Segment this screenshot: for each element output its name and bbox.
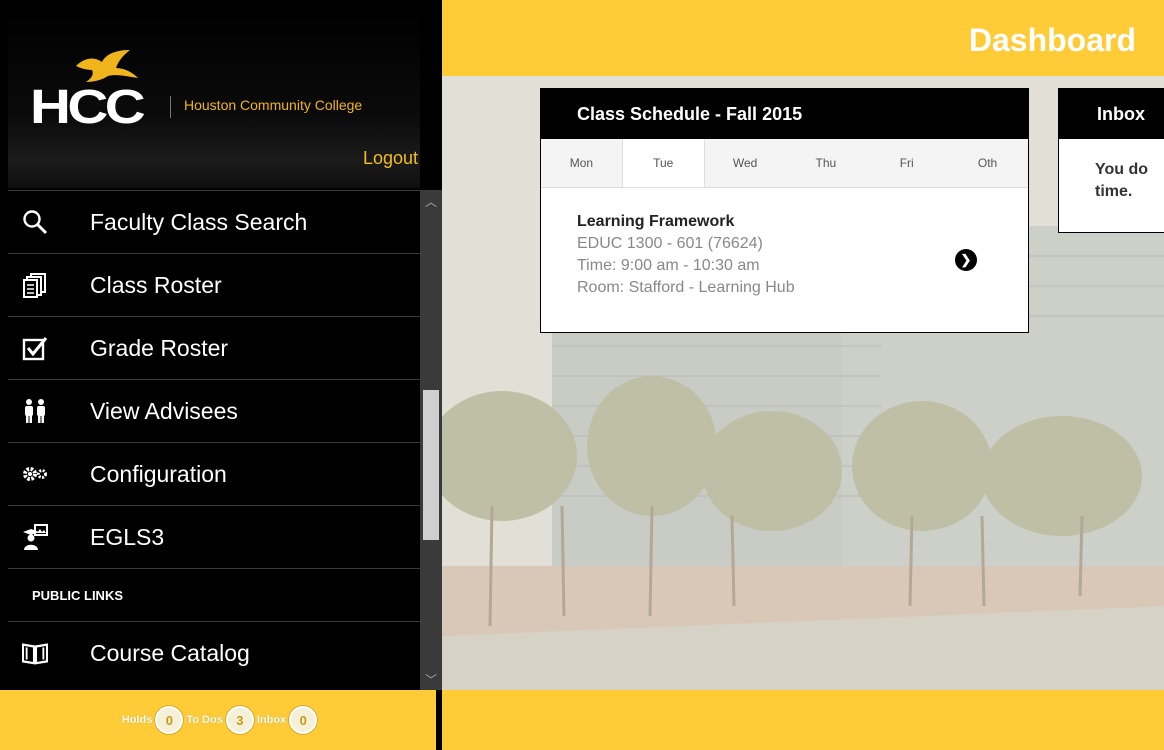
menu-item-course-catalog[interactable]: Course Catalog: [8, 621, 420, 684]
schedule-card-title: Class Schedule - Fall 2015: [541, 89, 1028, 139]
menu-item-faculty-class-search[interactable]: Faculty Class Search: [8, 190, 420, 253]
day-tabs: Mon Tue Wed Thu Fri Oth: [541, 139, 1028, 188]
menu-item-class-roster[interactable]: Class Roster: [8, 253, 420, 316]
college-name: Houston Community College: [184, 97, 363, 113]
header-bar: Dashboard: [442, 0, 1164, 76]
page-title: Dashboard: [968, 22, 1136, 58]
class-name: Learning Framework: [577, 213, 735, 230]
logout-link[interactable]: Logout: [363, 148, 418, 169]
main-content: Dashboard Class Schedule - Fall 2015 Mon…: [442, 0, 1164, 750]
todos-label[interactable]: To Dos: [186, 714, 222, 726]
inbox-card-title: Inbox: [1059, 89, 1164, 139]
hcc-logo: HCC: [30, 81, 146, 134]
class-room: Room: Stafford - Learning Hub: [577, 279, 795, 296]
menu-item-label: Grade Roster: [90, 334, 229, 361]
scrollbar-thumb[interactable]: [423, 390, 439, 540]
class-code: EDUC 1300 - 601 (76624): [577, 235, 763, 252]
tab-fri[interactable]: Fri: [866, 139, 947, 187]
logo-divider: [170, 96, 171, 118]
holds-count-badge[interactable]: 0: [155, 706, 184, 734]
inbox-message: You do time.: [1059, 139, 1164, 203]
class-time: Time: 9:00 am - 10:30 am: [577, 257, 760, 274]
campus-background-image: Class Schedule - Fall 2015 Mon Tue Wed T…: [442, 76, 1164, 690]
eagle-logo-icon: [76, 50, 138, 82]
tab-tue[interactable]: Tue: [621, 139, 705, 187]
status-bar: Holds 0 To Dos 3 Inbox 0: [0, 690, 436, 750]
class-schedule-card: Class Schedule - Fall 2015 Mon Tue Wed T…: [540, 88, 1029, 333]
logo-block: HCC Houston Community College Logout: [8, 8, 420, 188]
menu-item-label: Class Roster: [90, 271, 222, 298]
menu-item-egls3[interactable]: EGLS3: [8, 505, 420, 568]
menu-item-grade-roster[interactable]: Grade Roster: [8, 316, 420, 379]
menu-item-label: Course Catalog: [90, 639, 250, 666]
menu-item-label: EGLS3: [90, 523, 165, 550]
checkbox-icon: [22, 335, 48, 361]
tab-oth[interactable]: Oth: [947, 139, 1028, 187]
gears-icon: [22, 461, 48, 487]
nav-menu: Faculty Class Search Class Roster Grade …: [8, 190, 420, 684]
inbox-message-line: You do: [1095, 161, 1149, 178]
book-icon: [22, 640, 48, 666]
tab-thu[interactable]: Thu: [785, 139, 866, 187]
menu-item-view-advisees[interactable]: View Advisees: [8, 379, 420, 442]
menu-item-label: Configuration: [90, 460, 227, 487]
inbox-count-badge[interactable]: 0: [289, 706, 318, 734]
menu-item-label: Faculty Class Search: [90, 208, 308, 235]
graduate-icon: [22, 524, 48, 550]
inbox-label[interactable]: Inbox: [257, 714, 286, 726]
footer-bar: [442, 690, 1164, 750]
scroll-down-icon[interactable]: ﹀: [420, 670, 442, 688]
sidebar: HCC Houston Community College Logout Fac…: [0, 0, 442, 750]
chevron-right-icon[interactable]: ❯: [955, 249, 977, 271]
menu-item-label: View Advisees: [90, 397, 238, 424]
sidebar-panel: HCC Houston Community College Logout Fac…: [8, 8, 442, 750]
class-entry[interactable]: Learning Framework EDUC 1300 - 601 (7662…: [577, 211, 795, 299]
people-icon: [22, 398, 48, 424]
public-links-header: PUBLIC LINKS: [8, 568, 420, 621]
tab-wed[interactable]: Wed: [705, 139, 786, 187]
roster-icon: [22, 272, 48, 298]
holds-label[interactable]: Holds: [122, 714, 153, 726]
sidebar-scrollbar[interactable]: ︿ ﹀: [420, 190, 442, 690]
todos-count-badge[interactable]: 3: [225, 706, 254, 734]
inbox-message-line: time.: [1095, 183, 1133, 200]
menu-item-configuration[interactable]: Configuration: [8, 442, 420, 505]
tab-mon[interactable]: Mon: [541, 139, 622, 187]
search-icon: [22, 209, 48, 235]
scroll-up-icon[interactable]: ︿: [420, 192, 442, 210]
inbox-card: Inbox You do time.: [1058, 88, 1164, 233]
